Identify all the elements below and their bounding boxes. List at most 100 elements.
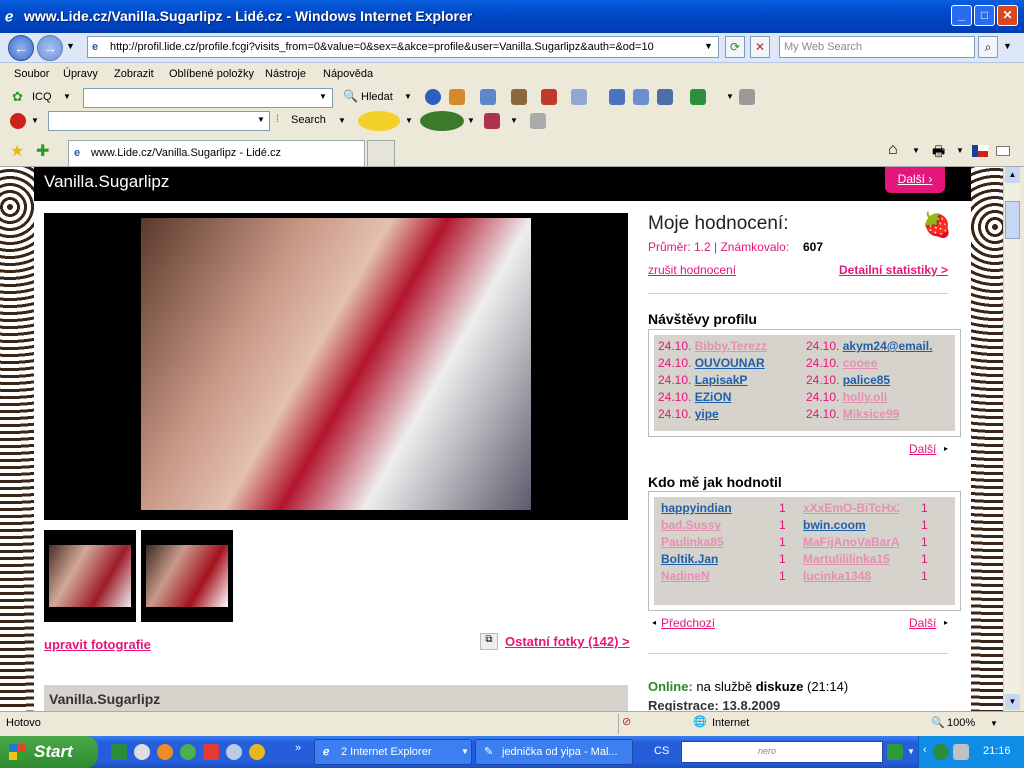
nero-dropdown-icon[interactable]: ▼ [907, 747, 915, 756]
wand-dropdown-icon[interactable]: ▼ [510, 116, 518, 125]
other-photos-link[interactable]: Ostatní fotky (142) > [505, 634, 630, 649]
address-input[interactable]: e http://profil.lide.cz/profile.fcgi?vis… [87, 36, 719, 58]
minimize-button[interactable]: _ [951, 5, 972, 26]
quicklaunch-2-icon[interactable] [134, 744, 150, 760]
icq-search-input[interactable] [83, 88, 333, 108]
wand-icon[interactable] [484, 113, 500, 129]
refresh-button[interactable]: ⟳ [725, 36, 745, 58]
user-search-icon[interactable] [657, 89, 673, 105]
ladybug-dropdown-icon[interactable]: ▼ [31, 116, 39, 125]
shield-icon[interactable] [690, 89, 706, 105]
tray-icq-icon[interactable] [933, 744, 949, 760]
home-icon[interactable]: ⌂ [888, 141, 898, 159]
people-icon[interactable] [449, 89, 465, 105]
hledat-dropdown-icon[interactable]: ▼ [404, 92, 412, 101]
language-indicator[interactable]: CS [654, 745, 669, 757]
visitor-link[interactable]: Bibby.Terezz [695, 339, 767, 353]
quicklaunch-6-icon[interactable] [226, 744, 242, 760]
raters-next-link[interactable]: Další [909, 616, 936, 630]
visitor-link[interactable]: yipe [695, 407, 719, 421]
print-dropdown-icon[interactable]: ▼ [956, 146, 964, 155]
ladybug-icon[interactable] [10, 113, 26, 129]
mail-icon[interactable] [541, 89, 557, 105]
users-icon[interactable] [511, 89, 527, 105]
quicklaunch-3-icon[interactable] [157, 744, 173, 760]
search-dropdown2-icon[interactable]: ▼ [338, 116, 346, 125]
rater-link[interactable]: Paulinka85 [661, 535, 724, 549]
close-button[interactable]: ✕ [997, 5, 1018, 26]
main-photo[interactable] [141, 218, 531, 510]
favorites-star-icon[interactable]: ★ [10, 141, 24, 161]
forward-button[interactable]: → [37, 35, 63, 61]
rater-link[interactable]: MaFijAnoVaBarA [803, 535, 899, 549]
nero-go-icon[interactable] [887, 744, 903, 760]
header-next-button[interactable]: Další › [885, 167, 945, 193]
visitor-link[interactable]: cooee [843, 356, 878, 370]
detailed-stats-link[interactable]: Detailní statistiky > [839, 263, 948, 277]
rater-link[interactable]: Martulililinka15 [803, 552, 890, 566]
visits-next-link[interactable]: Další [909, 442, 936, 456]
add-favorite-icon[interactable]: ✚ [36, 141, 49, 161]
tray-network-icon[interactable] [953, 744, 969, 760]
smiley-search-input[interactable] [48, 111, 270, 131]
tools-icon[interactable] [739, 89, 755, 105]
visitor-link[interactable]: akym24@email. [843, 339, 933, 353]
visitor-link[interactable]: holly.oli [843, 390, 887, 404]
privacy-icon[interactable]: ⊘ [622, 715, 631, 728]
window-titlebar[interactable]: ℯ www.Lide.cz/Vanilla.Sugarlipz - Lidé.c… [0, 0, 1024, 33]
visitor-link[interactable]: Miksice99 [843, 407, 900, 421]
visitor-link[interactable]: LapisakP [695, 373, 748, 387]
search-input[interactable]: My Web Search [779, 36, 975, 58]
print-icon[interactable]: 🖶 [932, 141, 945, 165]
tab-active[interactable]: e www.Lide.cz/Vanilla.Sugarlipz - Lidé.c… [68, 140, 365, 166]
search-button[interactable]: Search [291, 114, 326, 126]
scrollbar-thumb[interactable] [1005, 201, 1020, 239]
icq-search-dropdown-icon[interactable]: ▼ [319, 92, 327, 101]
history-dropdown-icon[interactable]: ▼ [66, 41, 75, 51]
rater-link[interactable]: lucinka1348 [803, 569, 871, 583]
compass-icon[interactable] [425, 89, 441, 105]
menu-soubor[interactable]: Soubor [14, 68, 49, 80]
contact-icon[interactable] [609, 89, 625, 105]
task-internet-explorer[interactable]: ℯ 2 Internet Explorer ▼ [314, 739, 472, 765]
visitor-link[interactable]: EZiON [695, 390, 732, 404]
rater-link[interactable]: xXxEmO-BiTcHxXx [803, 501, 899, 515]
zoom-level[interactable]: 100% [947, 717, 975, 729]
quicklaunch-7-icon[interactable] [249, 744, 265, 760]
quicklaunch-1-icon[interactable] [111, 744, 127, 760]
scroll-down-arrow-icon[interactable]: ▼ [1005, 694, 1020, 710]
share-icon[interactable] [571, 89, 587, 105]
maximize-button[interactable]: □ [974, 5, 995, 26]
search-dropdown-icon[interactable]: ▼ [1003, 41, 1012, 51]
address-dropdown-icon[interactable]: ▼ [704, 41, 713, 51]
back-button[interactable]: ← [8, 35, 34, 61]
raters-prev-link[interactable]: Předchozí [661, 616, 715, 630]
start-button[interactable]: Start [0, 736, 98, 768]
task-paint[interactable]: ✎ jednička od yipa - Mal... [475, 739, 633, 765]
rater-link[interactable]: bwin.coom [803, 518, 866, 532]
mail-small-icon[interactable] [996, 146, 1010, 156]
smiley-dropdown-icon[interactable]: ▼ [405, 116, 413, 125]
zoom-dropdown-icon[interactable]: ▼ [990, 719, 998, 728]
shield-dropdown-icon[interactable]: ▼ [726, 92, 734, 101]
visitor-link[interactable]: OUVOUNAR [695, 356, 765, 370]
nero-search-input[interactable]: nero [681, 741, 883, 763]
menu-napoveda[interactable]: Nápověda [323, 68, 373, 80]
new-tab-button[interactable] [367, 140, 395, 166]
pen-icon[interactable] [530, 113, 546, 129]
rater-link[interactable]: Boltik.Jan [661, 552, 718, 566]
quicklaunch-5-icon[interactable] [203, 744, 219, 760]
clock[interactable]: 21:16 [983, 745, 1011, 757]
scroll-up-arrow-icon[interactable]: ▲ [1005, 167, 1020, 183]
menu-zobrazit[interactable]: Zobrazit [114, 68, 154, 80]
quicklaunch-4-icon[interactable] [180, 744, 196, 760]
rater-link[interactable]: NadineN [661, 569, 710, 583]
edit-photos-link[interactable]: upravit fotografie [44, 637, 151, 652]
eyes-dropdown-icon[interactable]: ▼ [467, 116, 475, 125]
rater-link[interactable]: bad.Sussy [661, 518, 721, 532]
eyes-icon[interactable] [420, 111, 464, 131]
network-icon[interactable] [633, 89, 649, 105]
tray-expand-icon[interactable]: ‹ [923, 744, 927, 756]
search-icon[interactable]: ⌕ [978, 36, 998, 58]
menu-oblibene[interactable]: Oblíbené položky [169, 68, 254, 80]
